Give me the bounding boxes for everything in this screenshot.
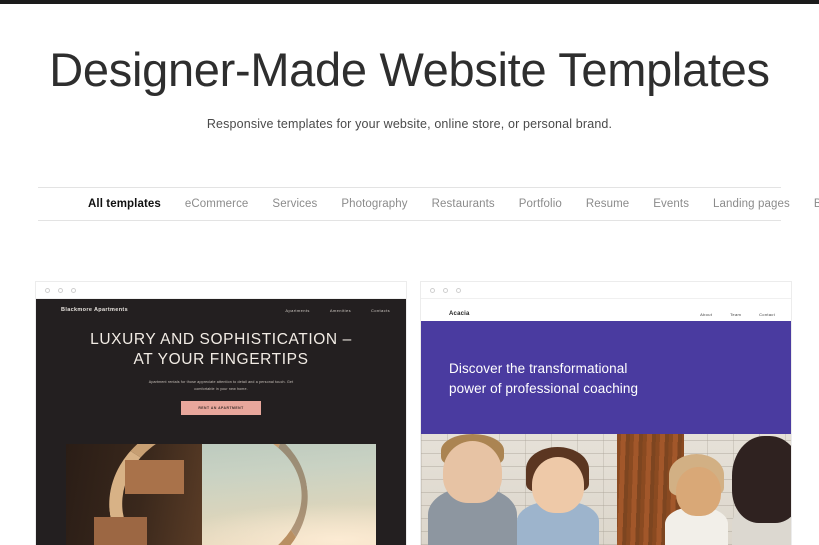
preview-brand: Blackmore Apartments [61,307,129,313]
window-dot-icon [430,287,435,293]
window-dot-icon [45,287,50,293]
preview-navbar: Acacia About Team Contact [421,299,791,321]
tab-blog[interactable]: Blog [814,198,819,210]
preview-headline: Discover the transformational power of p… [449,359,791,398]
preview-hero: LUXURY AND SOPHISTICATION – AT YOUR FING… [36,313,406,416]
photo-person [443,440,503,503]
preview-architecture-photo [66,444,376,545]
preview-body-text: Apartment rentals for those appreciate a… [148,379,294,391]
template-grid: Blackmore Apartments Apartments Amenitie… [36,282,791,545]
preview-nav-apartments[interactable]: Apartments [285,308,309,313]
photo-person [731,436,791,523]
window-dot-icon [456,287,461,293]
window-dot-icon [443,287,448,293]
tab-photography[interactable]: Photography [341,198,407,210]
preview-nav-amenities[interactable]: Amenities [330,308,351,313]
tab-events[interactable]: Events [653,198,689,210]
tab-restaurants[interactable]: Restaurants [432,198,495,210]
window-dot-icon [58,287,63,293]
template-preview-dark: Blackmore Apartments Apartments Amenitie… [36,299,406,545]
preview-headline-line1: Discover the transformational [449,361,628,376]
browser-chrome-bar [421,282,791,299]
tab-portfolio[interactable]: Portfolio [519,198,562,210]
template-preview-light: Acacia About Team Contact Discover the t… [421,299,791,545]
window-dot-icon [71,287,76,293]
tab-services[interactable]: Services [272,198,317,210]
preview-people-photo [421,434,791,545]
preview-headline-line2: AT YOUR FINGERTIPS [133,351,309,369]
preview-cta-button[interactable]: RENT AN APARTMENT [181,401,261,416]
preview-nav-contacts[interactable]: Contacts [371,308,390,313]
page-header: Designer-Made Website Templates Responsi… [0,4,819,131]
preview-nav-links: About Team Contact [700,312,775,317]
template-card-acacia[interactable]: Acacia About Team Contact Discover the t… [421,282,791,545]
tab-resume[interactable]: Resume [586,198,629,210]
template-card-blackmore-apartments[interactable]: Blackmore Apartments Apartments Amenitie… [36,282,406,545]
preview-nav-about[interactable]: About [700,312,712,317]
preview-brand: Acacia [449,311,470,317]
page-subtitle: Responsive templates for your website, o… [206,116,613,131]
preview-headline-line1: LUXURY AND SOPHISTICATION – [90,331,352,348]
photo-person [532,457,584,513]
preview-nav-team[interactable]: Team [730,312,741,317]
tab-landing-pages[interactable]: Landing pages [713,198,790,210]
tab-ecommerce[interactable]: eCommerce [185,198,249,210]
photo-building-block [124,460,184,495]
preview-headline-line2: power of professional coaching [449,380,639,396]
page-title: Designer-Made Website Templates [49,43,770,96]
preview-headline: LUXURY AND SOPHISTICATION – AT YOUR FING… [36,330,406,371]
photo-person [676,467,721,517]
browser-chrome-bar [36,282,406,299]
tab-all-templates[interactable]: All templates [88,198,161,210]
preview-navbar: Blackmore Apartments Apartments Amenitie… [36,299,406,313]
preview-nav-links: Apartments Amenities Contacts [285,308,390,313]
category-tabs: All templates eCommerce Services Photogr… [38,187,819,221]
photo-building-block [93,516,147,545]
preview-hero: Discover the transformational power of p… [421,321,791,434]
preview-nav-contact[interactable]: Contact [759,312,775,317]
